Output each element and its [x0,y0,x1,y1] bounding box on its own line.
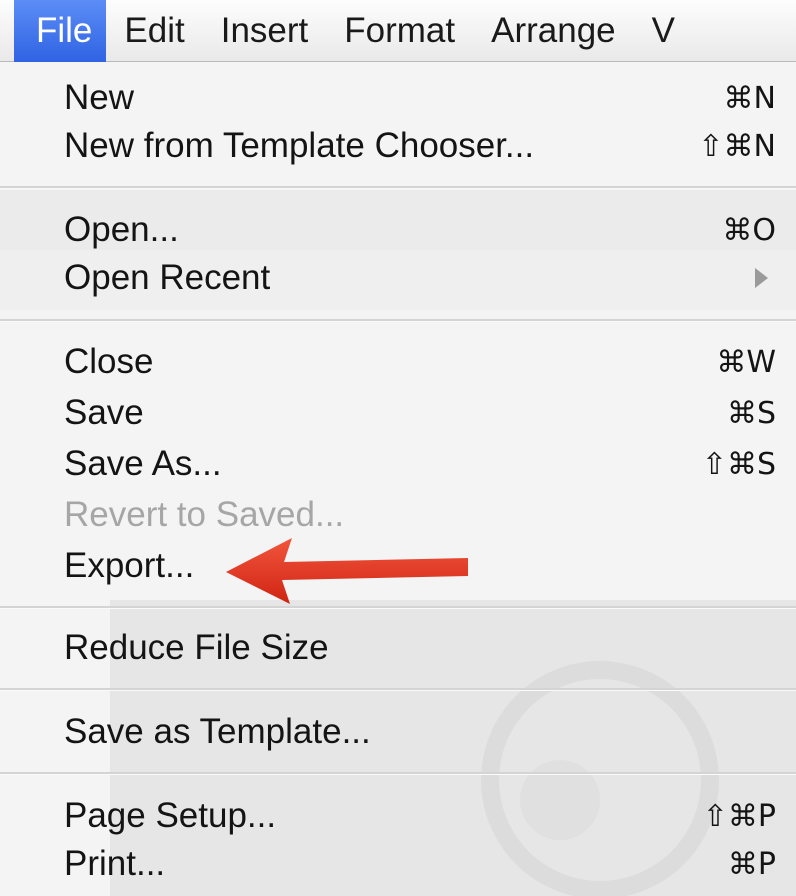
menu-item-label: Save As... [64,444,222,483]
menu-item-label: Reduce File Size [64,628,329,667]
menubar-arrange[interactable]: Arrange [473,0,634,62]
menu-item-new-from-template[interactable]: New from Template Chooser... ⇧⌘N [64,120,778,172]
menu-item-save-as-template[interactable]: Save as Template... [64,706,778,758]
menu-item-label: New [64,78,135,117]
menu-item-label: Save [64,393,144,432]
screenshot: File Edit Insert Format Arrange V New ⌘N… [0,0,796,896]
menu-item-open-recent[interactable]: Open Recent [64,252,778,304]
shortcut-label: ⇧⌘N [698,128,776,164]
menu-item-label: Print... [64,844,166,883]
menu-item-close[interactable]: Close ⌘W [64,336,778,388]
menu-item-new[interactable]: New ⌘N [64,72,778,124]
menu-item-label: Open Recent [64,258,271,297]
menubar-insert[interactable]: Insert [203,0,327,62]
menu-item-reduce-file-size[interactable]: Reduce File Size [64,622,778,674]
shortcut-label: ⇧⌘P [702,798,776,834]
shortcut-label: ⌘S [726,395,776,431]
menu-item-label: Open... [64,210,179,249]
menu-item-page-setup[interactable]: Page Setup... ⇧⌘P [64,790,778,842]
menu-item-label: New from Template Chooser... [64,126,535,165]
menu-separator [0,772,796,775]
menu-item-label: Save as Template... [64,712,371,751]
menu-separator [0,688,796,691]
menu-item-label: Export... [64,546,195,585]
menu-bar: File Edit Insert Format Arrange V [0,0,796,62]
shortcut-label: ⌘P [727,846,776,882]
menu-separator [0,319,796,322]
shortcut-label: ⌘O [722,212,776,248]
annotation-arrow-icon [226,538,468,604]
shortcut-label: ⇧⌘S [701,446,776,482]
menubar-format[interactable]: Format [326,0,473,62]
menu-item-save[interactable]: Save ⌘S [64,387,778,439]
menu-item-save-as[interactable]: Save As... ⇧⌘S [64,438,778,490]
menubar-edit[interactable]: Edit [106,0,202,62]
menu-separator [0,186,796,189]
menubar-file[interactable]: File [14,0,107,62]
menu-item-label: Close [64,342,154,381]
menubar-view-truncated[interactable]: V [634,0,693,62]
shortcut-label: ⌘N [723,80,776,116]
menu-item-print[interactable]: Print... ⌘P [64,838,778,890]
menu-item-open[interactable]: Open... ⌘O [64,204,778,256]
menu-item-label: Page Setup... [64,796,277,835]
shortcut-label: ⌘W [716,344,776,380]
file-menu: New ⌘N New from Template Chooser... ⇧⌘N … [0,62,796,896]
submenu-arrow-icon [755,268,768,288]
